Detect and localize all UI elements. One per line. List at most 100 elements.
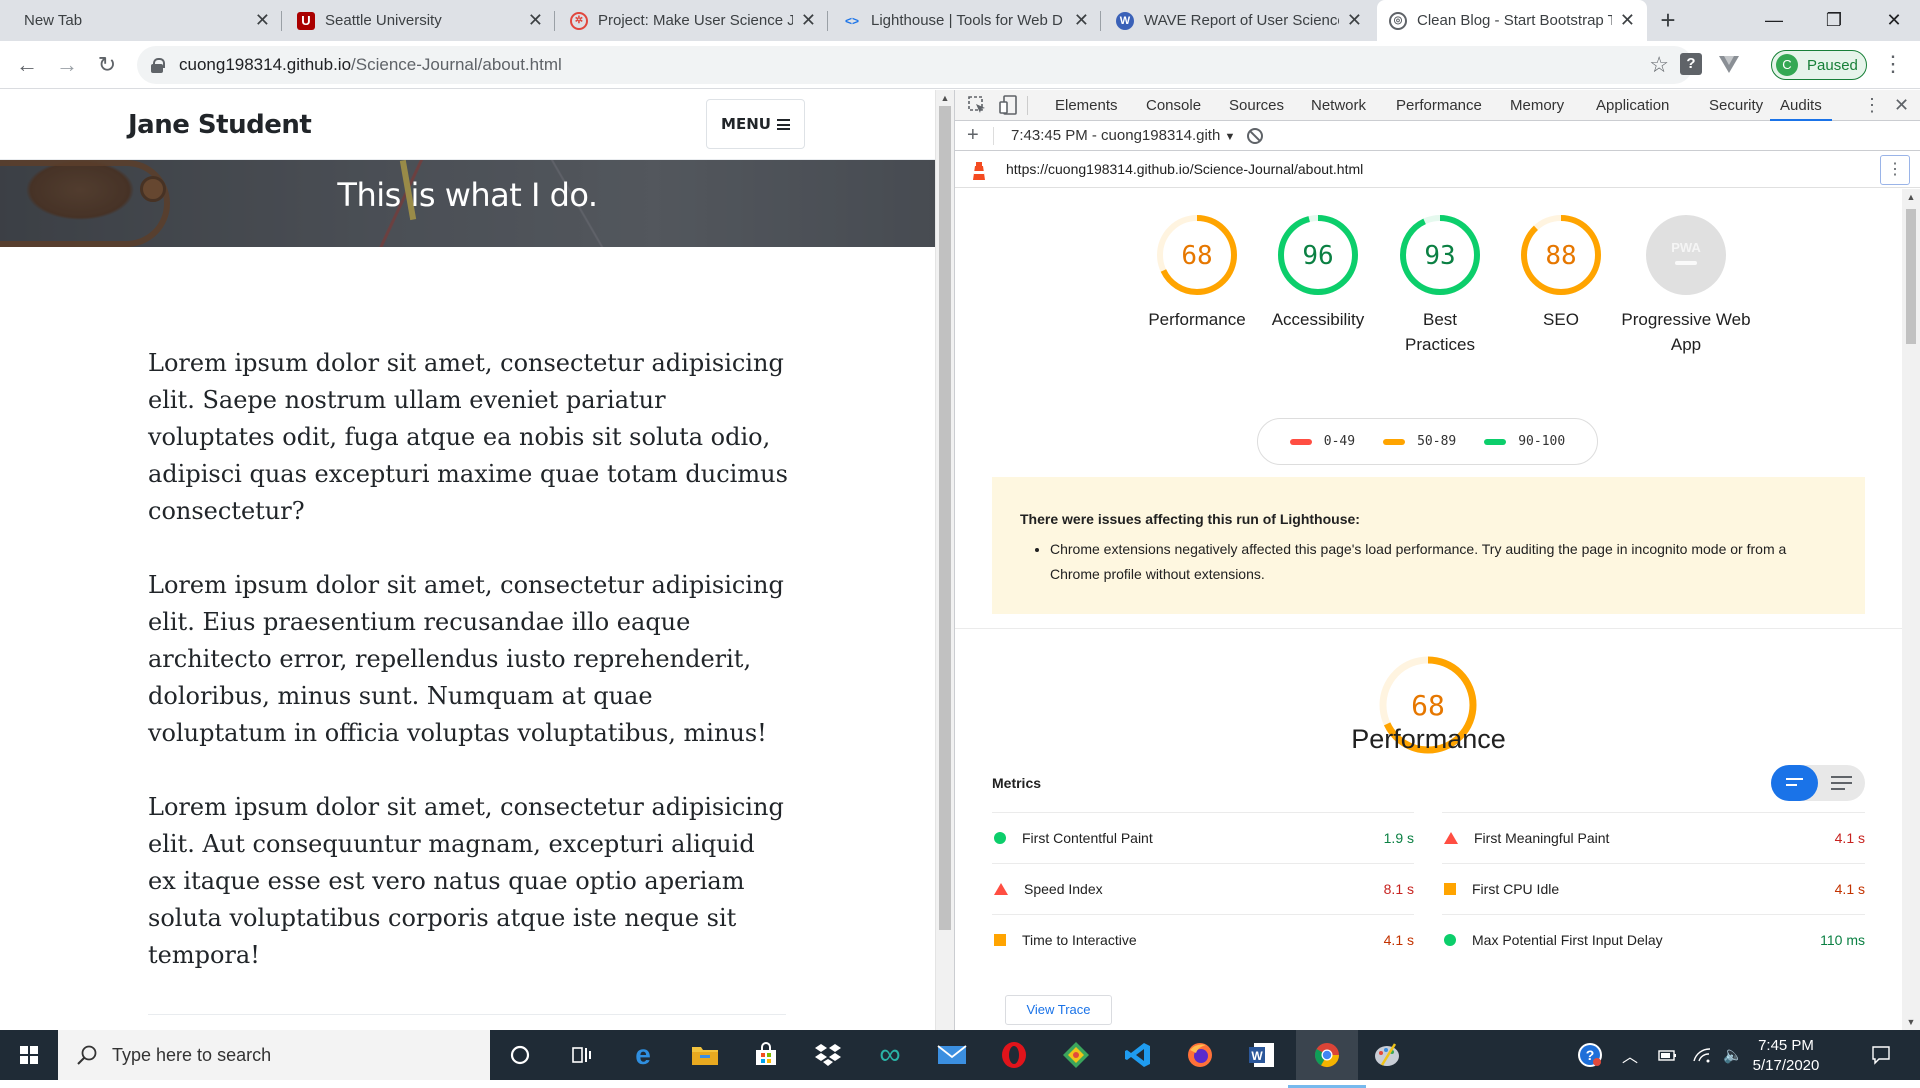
chrome-icon[interactable] (1288, 1030, 1366, 1088)
gauge-performance[interactable]: 68 Performance (1132, 213, 1262, 332)
wifi-icon[interactable] (1688, 1030, 1716, 1080)
vue-devtools-icon[interactable] (1718, 53, 1740, 75)
tab-memory[interactable]: Memory (1500, 90, 1574, 121)
battery-icon[interactable] (1654, 1030, 1682, 1080)
report-menu-icon[interactable]: ⋮ (1880, 155, 1910, 185)
scroll-down-icon[interactable]: ▼ (1902, 1017, 1920, 1027)
browser-tab-udacity-project[interactable]: ✲ Project: Make User Science Jo ✕ (558, 0, 828, 41)
new-audit-icon[interactable]: + (967, 124, 979, 147)
edge-icon[interactable]: e (626, 1038, 660, 1072)
windows-taskbar: Type here to search e ∞ W ? ︿ 🔈 7:45 PM … (0, 1030, 1920, 1088)
inspect-element-icon[interactable] (966, 94, 988, 116)
gauge-seo[interactable]: 88 SEO (1496, 213, 1626, 332)
post-divider (148, 1014, 786, 1015)
file-explorer-icon[interactable] (688, 1038, 722, 1072)
hero-banner: This is what I do. (0, 160, 935, 247)
legend-item-average: 50-89 (1383, 434, 1456, 449)
metric-name: First Meaningful Paint (1474, 830, 1610, 846)
close-icon[interactable]: ✕ (1347, 10, 1362, 31)
task-view-icon[interactable] (565, 1038, 599, 1072)
close-icon[interactable]: ✕ (801, 10, 816, 31)
back-button[interactable]: ← (11, 49, 43, 81)
gauge-best-practices[interactable]: 93 Best Practices (1375, 213, 1505, 357)
expanded-view-button[interactable] (1818, 765, 1865, 801)
restore-button[interactable]: ❐ (1804, 0, 1864, 41)
udacity-icon: ✲ (570, 11, 588, 30)
section-divider (955, 628, 1902, 629)
tab-title: Clean Blog - Start Bootstrap T (1417, 12, 1612, 29)
cortana-icon[interactable] (503, 1038, 537, 1072)
tab-security[interactable]: Security (1699, 90, 1773, 121)
close-icon[interactable]: ✕ (255, 10, 270, 31)
devtools-tab-bar: Elements Console Sources Network Perform… (955, 90, 1920, 121)
arduino-icon[interactable]: ∞ (873, 1038, 907, 1072)
clear-audits-icon[interactable] (1247, 128, 1263, 144)
window-close-button[interactable]: ✕ (1864, 0, 1920, 41)
browser-tab-new-tab[interactable]: New Tab ✕ (12, 0, 282, 41)
tab-elements[interactable]: Elements (1045, 90, 1128, 121)
start-button[interactable] (0, 1030, 58, 1080)
browser-tab-clean-blog[interactable]: ◎ Clean Blog - Start Bootstrap T ✕ (1377, 0, 1647, 41)
tab-console[interactable]: Console (1136, 90, 1211, 121)
devtools-close-icon[interactable]: ✕ (1894, 90, 1909, 121)
address-bar[interactable]: cuong198314.github.io /Science-Journal/a… (137, 46, 1693, 84)
mail-icon[interactable] (935, 1038, 969, 1072)
extension-help-icon[interactable]: ? (1680, 53, 1702, 75)
new-tab-button[interactable]: + (1653, 0, 1683, 41)
reload-button[interactable]: ↻ (91, 49, 123, 81)
score-legend: 0-49 50-89 90-100 (1257, 418, 1598, 465)
page-scrollbar[interactable]: ▲ (935, 90, 954, 1030)
view-trace-button[interactable]: View Trace (1005, 995, 1112, 1025)
tab-audits[interactable]: Audits (1770, 90, 1832, 121)
tab-sources[interactable]: Sources (1219, 90, 1294, 121)
scroll-up-icon[interactable]: ▲ (936, 93, 954, 103)
device-toolbar-icon[interactable] (998, 94, 1020, 116)
scrollbar-thumb[interactable] (939, 106, 951, 930)
vscode-icon[interactable] (1121, 1038, 1155, 1072)
blog-brand[interactable]: Jane Student (128, 110, 312, 140)
devtools-scrollbar[interactable]: ▲ ▼ (1902, 189, 1920, 1030)
devtools-menu-icon[interactable]: ⋮ (1863, 90, 1881, 121)
tab-application[interactable]: Application (1586, 90, 1679, 121)
devtools-panel: Elements Console Sources Network Perform… (955, 90, 1920, 1030)
gauge-accessibility[interactable]: 96 Accessibility (1253, 213, 1383, 332)
browser-tab-lighthouse[interactable]: <> Lighthouse | Tools for Web D ✕ (831, 0, 1101, 41)
profile-paused-button[interactable]: C Paused (1771, 50, 1867, 80)
close-icon[interactable]: ✕ (1620, 10, 1635, 31)
help-tray-icon[interactable]: ? (1575, 1030, 1605, 1080)
menu-button[interactable]: MENU (706, 99, 805, 149)
word-icon[interactable]: W (1245, 1038, 1279, 1072)
scrollbar-thumb[interactable] (1906, 209, 1916, 344)
chrome-menu-icon[interactable]: ⋮ (1882, 53, 1904, 75)
minimize-button[interactable]: — (1744, 0, 1804, 41)
audit-run-select[interactable]: 7:43:45 PM - cuong198314.gith ▼ (1011, 127, 1235, 144)
browser-tab-seattle-university[interactable]: U Seattle University ✕ (285, 0, 555, 41)
gauge-pwa[interactable]: PWA Progressive Web App (1616, 213, 1756, 357)
metrics-view-toggle[interactable] (1771, 765, 1865, 801)
git-kraken-icon[interactable] (1059, 1038, 1093, 1072)
microsoft-store-icon[interactable] (749, 1038, 783, 1072)
metric-speed-index: Speed Index 8.1 s (992, 863, 1414, 914)
bookmark-star-icon[interactable]: ☆ (1649, 52, 1669, 78)
close-icon[interactable]: ✕ (528, 10, 543, 31)
average-indicator-icon (994, 934, 1006, 946)
taskbar-search-box[interactable]: Type here to search (58, 1030, 490, 1080)
paint-palette-icon[interactable] (1370, 1038, 1404, 1072)
firefox-icon[interactable] (1183, 1038, 1217, 1072)
close-icon[interactable]: ✕ (1074, 10, 1089, 31)
blog-navbar: Jane Student MENU (0, 90, 935, 160)
toolbar-separator (1027, 96, 1028, 115)
forward-button[interactable]: → (51, 49, 83, 81)
notifications-icon[interactable] (1866, 1030, 1896, 1080)
tab-network[interactable]: Network (1301, 90, 1376, 121)
compact-view-button[interactable] (1771, 765, 1818, 801)
browser-tab-wave-report[interactable]: W WAVE Report of User Science ✕ (1104, 0, 1374, 41)
taskbar-clock[interactable]: 7:45 PM 5/17/2020 (1736, 1036, 1836, 1076)
scroll-up-icon[interactable]: ▲ (1902, 192, 1920, 202)
chevron-up-icon[interactable]: ︿ (1616, 1030, 1644, 1080)
tab-performance[interactable]: Performance (1386, 90, 1492, 121)
opera-icon[interactable] (997, 1038, 1031, 1072)
metric-name: Time to Interactive (1022, 932, 1137, 948)
dropbox-icon[interactable] (811, 1038, 845, 1072)
search-placeholder: Type here to search (112, 1044, 272, 1065)
